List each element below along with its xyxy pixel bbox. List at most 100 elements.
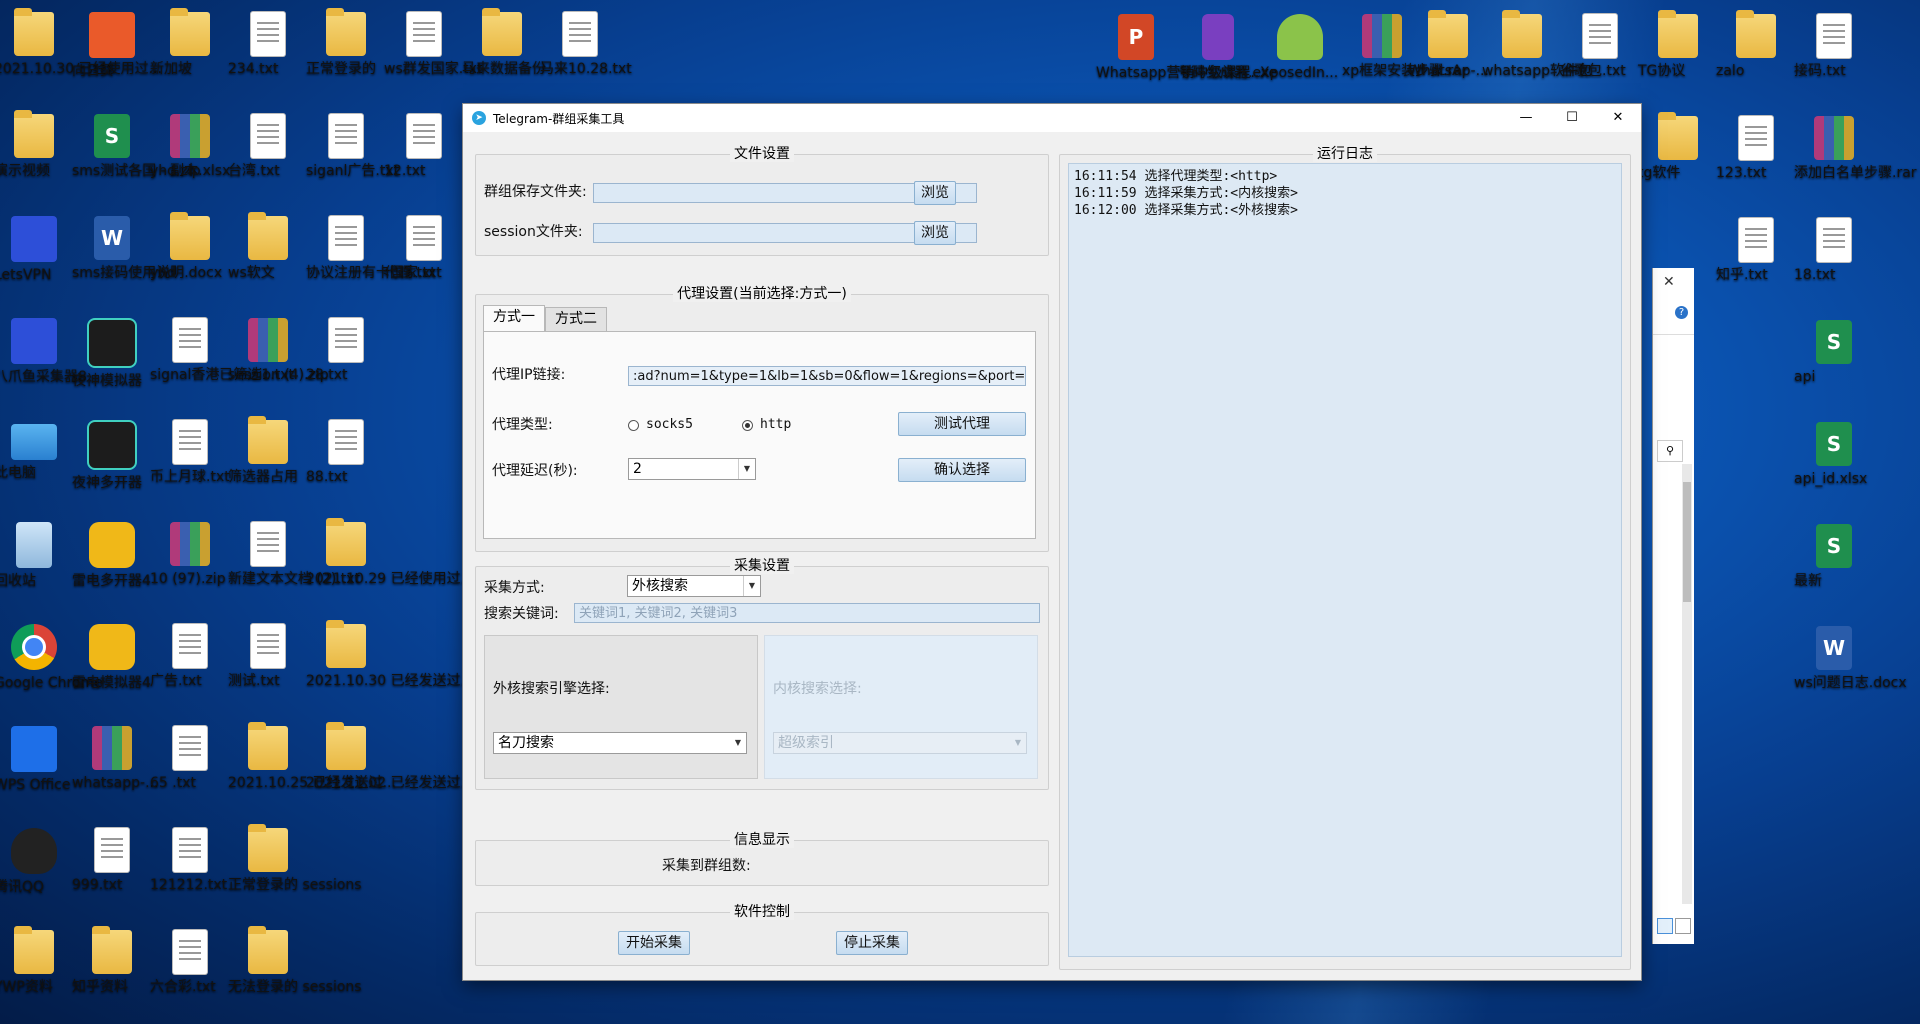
desktop-icon[interactable]: 广告.txt [148, 618, 232, 718]
desktop-icon[interactable]: 65 .txt [148, 720, 232, 820]
desktop-icon[interactable]: Google Chrome [0, 618, 103, 718]
desktop-icon[interactable]: XposedIn... [1258, 8, 1342, 108]
session-folder-browse-button[interactable]: 浏览 [914, 221, 956, 245]
desktop-icon[interactable]: tg软件 [1636, 110, 1720, 210]
desktop-icon[interactable]: 回收站 [0, 516, 76, 616]
desktop-icon[interactable]: Sapi [1792, 314, 1876, 414]
proxy-ip-link-input[interactable]: :ad?num=1&type=1&lb=1&sb=0&flow=1&region… [628, 366, 1026, 386]
desktop-icon[interactable]: 121212.txt [148, 822, 232, 922]
desktop-icon[interactable]: 知乎资料 [70, 924, 154, 1024]
desktop-icon[interactable]: 谷歌包.txt [1558, 8, 1642, 108]
desktop-icon[interactable]: 12.txt [382, 108, 466, 208]
desktop-icon[interactable]: ws软文 [226, 210, 310, 310]
desktop-icon[interactable]: 正常登录的 [304, 6, 388, 106]
desktop-icon[interactable]: 2021.10.30 已经使用过... [0, 6, 162, 106]
close-button[interactable]: ✕ [1595, 104, 1641, 132]
view-icon[interactable] [1657, 918, 1673, 934]
desktop-icon[interactable]: 筛选器占用 [226, 414, 310, 514]
desktop-icon[interactable]: 马来10.28.txt [538, 6, 632, 106]
desktop-icon[interactable]: 夜神多开器 [70, 414, 154, 514]
desktop-icon[interactable]: 夜神模拟器 [70, 312, 154, 412]
minimize-button[interactable]: — [1503, 104, 1549, 132]
desktop-icon[interactable]: 号码生成器.exe [1176, 8, 1277, 108]
desktop-icon[interactable]: 2021.10.29 已经使用过... [304, 516, 474, 616]
desktop-icon[interactable]: 马来数据备份 [460, 6, 546, 106]
desktop-icon[interactable]: WPS Office [0, 720, 76, 820]
desktop-icon[interactable]: YWP资料 [0, 924, 76, 1024]
desktop-icon[interactable]: P Whatsapp营销中级课程... [1094, 8, 1264, 108]
desktop-icon[interactable]: 18.txt [1792, 212, 1876, 312]
desktop-icon[interactable]: 2021.10.30 已经发送过... [304, 618, 474, 718]
desktop-icon[interactable]: 999.txt [70, 822, 154, 922]
desktop-icon[interactable]: Wsms接码使用说明.docx [70, 210, 222, 310]
desktop-icon[interactable]: siganl广告.txt [304, 108, 399, 208]
desktop-icon[interactable]: 新建文本文档 (2).txt [226, 516, 360, 616]
desktop-icon[interactable]: S 最新 [1792, 518, 1876, 618]
tab-method-2[interactable]: 方式二 [545, 307, 607, 331]
collect-mode-select[interactable]: 外核搜索 ▼ [627, 575, 761, 597]
maximize-button[interactable]: ☐ [1549, 104, 1595, 132]
socks5-radio[interactable] [628, 420, 639, 431]
desktop-icon[interactable]: session (4).zip [226, 312, 329, 412]
desktop-icon[interactable]: 无法登录的 sessions [226, 924, 362, 1024]
keyword-input[interactable]: 关键词1, 关键词2, 关键词3 [574, 603, 1040, 623]
desktop-icon[interactable]: Ssms测试各国 - 副本.xlsx [70, 108, 230, 208]
confirm-selection-button[interactable]: 确认选择 [898, 458, 1026, 482]
desktop-icon[interactable]: Wws问题日志.docx [1792, 620, 1907, 720]
log-textarea[interactable]: 16:11:54 选择代理类型:<http> 16:11:59 选择采集方式:<… [1068, 163, 1622, 957]
desktop-icon[interactable]: 代理.txt [382, 210, 466, 310]
desktop-icon[interactable]: 六合彩.txt [148, 924, 232, 1024]
desktop-icon[interactable]: 2021.11.02 已经发送过... [304, 720, 474, 820]
desktop-icon[interactable]: signal香港已筛选1.txt [148, 312, 294, 412]
socks5-label[interactable]: socks5 [646, 416, 693, 434]
desktop-icon[interactable]: WhatsAp-... [1406, 8, 1490, 108]
tab-method-1[interactable]: 方式一 [483, 305, 545, 331]
desktop-icon[interactable]: whatsapp-... [70, 720, 158, 820]
http-radio[interactable] [742, 420, 753, 431]
desktop-icon[interactable]: 234.txt [226, 6, 310, 106]
desktop-icon[interactable]: 八爪鱼采集器8 [0, 312, 87, 412]
desktop-icon[interactable]: 10 (97).zip [148, 516, 232, 616]
view-icon[interactable] [1675, 918, 1691, 934]
desktop-icon[interactable]: 添加白名单步骤.rar [1792, 110, 1917, 210]
desktop-icon[interactable]: 币上月球.txt [148, 414, 232, 514]
desktop-icon[interactable]: 接码.txt [1792, 8, 1876, 108]
stop-collect-button[interactable]: 停止采集 [836, 931, 908, 955]
desktop-icon[interactable]: 向日葵 [70, 6, 154, 106]
desktop-icon[interactable]: 正常登录的 sessions [226, 822, 362, 922]
desktop-icon[interactable]: 88.txt [304, 414, 388, 514]
desktop-icon[interactable]: 测试.txt [226, 618, 310, 718]
desktop-icon[interactable]: 此电脑 [0, 414, 76, 514]
search-icon[interactable]: ⚲ [1657, 440, 1683, 462]
background-window[interactable]: ✕ ? ⚲ [1652, 268, 1694, 944]
start-collect-button[interactable]: 开始采集 [618, 931, 690, 955]
title-bar[interactable]: ➤ Telegram-群组采集工具 — ☐ ✕ [463, 104, 1641, 132]
desktop-icon[interactable]: 台湾.txt [226, 108, 310, 208]
desktop-icon[interactable]: 新加坡 [148, 6, 232, 106]
http-label[interactable]: http [760, 416, 791, 434]
outer-engine-select[interactable]: 名刀搜索 ▼ [493, 732, 747, 754]
desktop-icon[interactable]: ws群发国家.txt [382, 6, 482, 106]
desktop-icon[interactable]: 123.txt [1714, 110, 1798, 210]
desktop-icon[interactable]: zalo [1714, 8, 1798, 108]
desktop-icon[interactable]: 2021.10.25 已经发送过... [226, 720, 396, 820]
desktop-icon[interactable]: Sapi_id.xlsx [1792, 416, 1876, 516]
group-folder-browse-button[interactable]: 浏览 [914, 181, 956, 205]
desktop-icon[interactable]: whatsapp软件包 [1480, 8, 1592, 108]
desktop-icon[interactable]: 协议注册有卡国家.txt [304, 210, 442, 310]
desktop-icon[interactable]: yhd.zip [148, 108, 232, 208]
desktop-icon[interactable]: 28.txt [304, 312, 388, 412]
scrollbar[interactable] [1682, 464, 1692, 904]
desktop-icon[interactable]: 知乎.txt [1714, 212, 1798, 312]
desktop-icon[interactable]: 腾讯QQ [0, 822, 76, 922]
desktop-icon[interactable]: yhd [148, 210, 232, 310]
desktop-icon[interactable]: 雷电模拟器4 [70, 618, 154, 718]
test-proxy-button[interactable]: 测试代理 [898, 412, 1026, 436]
help-icon[interactable]: ? [1675, 306, 1688, 319]
desktop-icon[interactable]: 雷电多开器4 [70, 516, 154, 616]
desktop-icon[interactable]: TG协议 [1636, 8, 1720, 108]
close-icon[interactable]: ✕ [1663, 274, 1675, 290]
proxy-delay-select[interactable]: 2 ▼ [628, 458, 756, 480]
inner-engine-select[interactable]: 超级索引 ▼ [773, 732, 1027, 754]
desktop-icon[interactable]: LetsVPN [0, 210, 76, 310]
